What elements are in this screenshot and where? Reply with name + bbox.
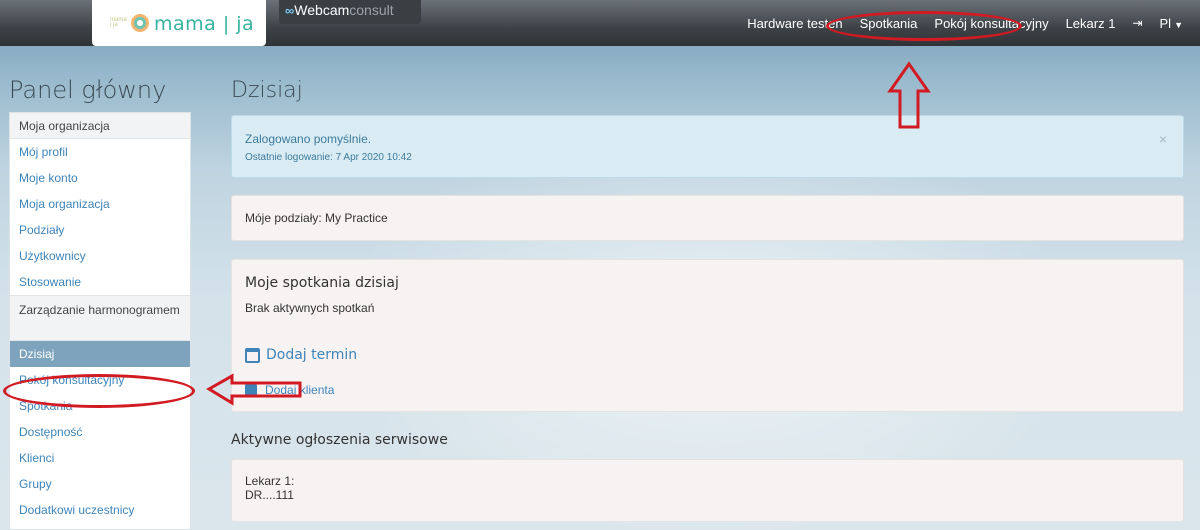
add-client-link[interactable]: Dodaj klienta — [245, 383, 334, 397]
panel-title: Panel główny — [9, 76, 167, 104]
language-label: Pl — [1159, 15, 1172, 31]
add-term-link[interactable]: Dodaj termin — [245, 347, 357, 363]
sidebar-item-clients[interactable]: Klienci — [10, 445, 190, 471]
service-announcements-title: Aktywne ogłoszenia serwisowe — [231, 432, 448, 448]
no-meetings-text: Brak aktywnych spotkań — [245, 301, 375, 315]
meetings-title: Moje spotkania dzisiaj — [245, 275, 399, 291]
logo-circle-icon — [131, 14, 149, 32]
sidebar-item-extra-participants[interactable]: Dodatkowi uczestnicy — [10, 497, 190, 523]
sidebar: Moja organizacja Mój profil Moje konto M… — [9, 112, 191, 530]
sidebar-item-usage[interactable]: Stosowanie — [10, 269, 190, 295]
divisions-text: Móje podziały: My Practice — [245, 211, 388, 225]
webcamconsult-logo[interactable]: ∞Webcamconsult — [279, 0, 421, 24]
alert-last-login: Ostatnie logowanie: 7 Apr 2020 10:42 — [245, 152, 412, 163]
sidebar-section-organization: Moja organizacja — [10, 113, 190, 139]
sidebar-item-users[interactable]: Użytkownicy — [10, 243, 190, 269]
meetings-card: Moje spotkania dzisiaj Brak aktywnych sp… — [231, 259, 1184, 412]
sidebar-item-my-account[interactable]: Moje konto — [10, 165, 190, 191]
service-announcement-card: Lekarz 1: DR....111 — [231, 459, 1184, 522]
login-alert: Zalogowano pomyślnie. Ostatnie logowanie… — [231, 115, 1184, 178]
add-client-label: Dodaj klienta — [265, 383, 335, 397]
page-title: Dzisiaj — [231, 78, 303, 103]
close-icon[interactable]: × — [1159, 131, 1167, 147]
logo[interactable]: mama i ja mama | ja — [92, 0, 266, 46]
webcam-brand-light: consult — [349, 2, 394, 18]
sidebar-item-groups[interactable]: Grupy — [10, 471, 190, 497]
sidebar-section-schedule: Zarządzanie harmonogramem — [10, 295, 190, 341]
divisions-card: Móje podziały: My Practice — [231, 195, 1184, 241]
webcam-logo-icon: ∞ — [285, 3, 295, 18]
logo-text: mama | ja — [154, 13, 255, 35]
user-icon — [245, 384, 257, 396]
sidebar-item-availability[interactable]: Dostępność — [10, 419, 190, 445]
service-line-1: Lekarz 1: — [245, 474, 295, 488]
calendar-icon — [245, 347, 260, 363]
chevron-down-icon: ▼ — [1174, 19, 1183, 30]
annotation-ellipse-top — [826, 11, 1022, 41]
alert-message: Zalogowano pomyślnie. — [245, 132, 372, 146]
sidebar-item-divisions[interactable]: Podziały — [10, 217, 190, 243]
add-term-label: Dodaj termin — [266, 347, 358, 363]
webcam-brand-bold: Webcam — [294, 2, 350, 18]
language-dropdown[interactable]: Pl ▼ — [1160, 16, 1183, 31]
annotation-ellipse-sidebar — [3, 374, 195, 408]
sidebar-item-today[interactable]: Dzisiaj — [10, 341, 190, 367]
service-line-2: DR....111 — [245, 488, 294, 502]
sidebar-item-my-profile[interactable]: Mój profil — [10, 139, 190, 165]
nav-user[interactable]: Lekarz 1 — [1066, 16, 1116, 31]
sidebar-item-my-organization[interactable]: Moja organizacja — [10, 191, 190, 217]
logout-icon[interactable]: ⇥ — [1132, 16, 1142, 30]
logo-small-text: mama i ja — [110, 17, 127, 28]
